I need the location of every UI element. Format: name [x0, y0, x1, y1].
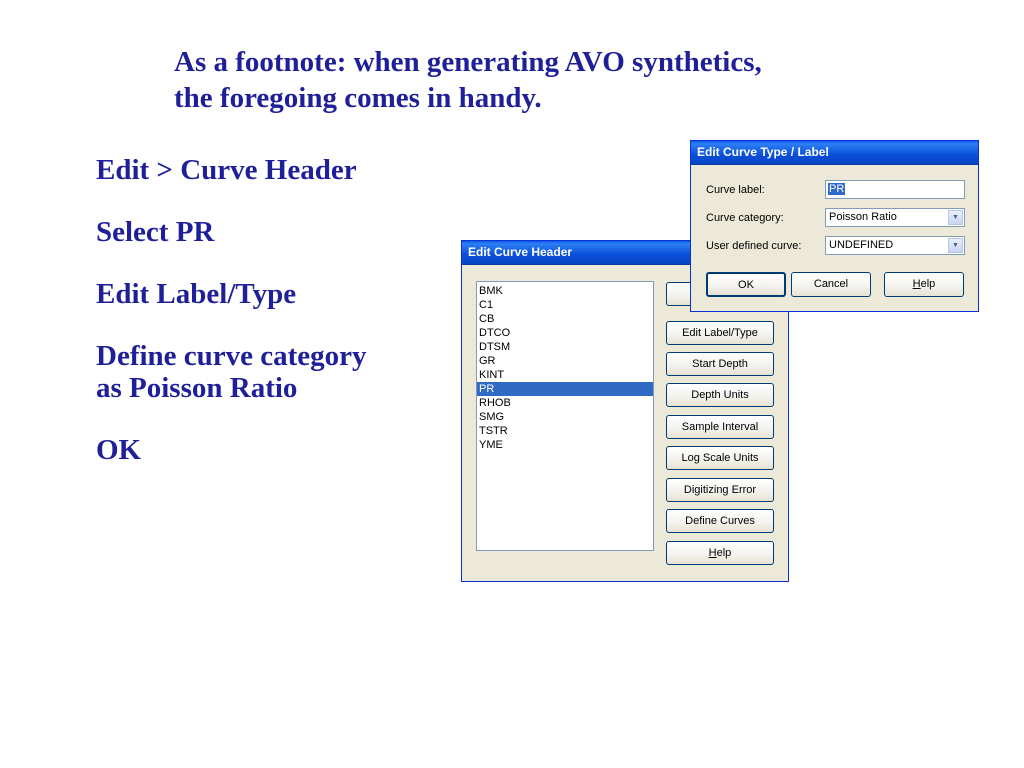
list-item[interactable]: TSTR [477, 424, 653, 438]
curve-label-value: PR [828, 183, 846, 195]
help-mnemonic: H [912, 278, 921, 290]
curve-label-caption: Curve label: [706, 184, 765, 196]
cancel-button[interactable]: Cancel [791, 272, 871, 297]
step-select-pr: Select PR [96, 216, 436, 248]
help-label: elp [920, 278, 936, 290]
list-item-selected[interactable]: PR [477, 382, 653, 396]
dialog-titlebar[interactable]: Edit Curve Type / Label [691, 141, 978, 165]
list-item[interactable]: DTSM [477, 340, 653, 354]
help-mnemonic: H [708, 547, 717, 559]
step-text: Edit Label/Type [96, 278, 297, 310]
slide-title: As a footnote: when generating AVO synth… [174, 44, 894, 116]
list-item[interactable]: KINT [477, 368, 653, 382]
edit-curve-type-label-dialog: Edit Curve Type / Label Curve label: PR … [690, 140, 979, 312]
step-edit-curve-header: Edit > Curve Header [96, 154, 436, 186]
help-label: elp [716, 547, 732, 559]
curve-category-value: Poisson Ratio [829, 211, 897, 223]
slide-title-line-2: the foregoing comes in handy. [174, 82, 542, 114]
curve-category-caption: Curve category: [706, 212, 784, 224]
list-item[interactable]: DTCO [477, 326, 653, 340]
curve-listbox[interactable]: BMK C1 CB DTCO DTSM GR KINT PR RHOB SMG … [476, 281, 654, 551]
step-text: Define curve category [96, 340, 367, 372]
user-defined-caption: User defined curve: [706, 240, 802, 252]
digitizing-error-button[interactable]: Digitizing Error [666, 478, 774, 502]
step-edit-label-type: Edit Label/Type [96, 278, 436, 310]
start-depth-button[interactable]: Start Depth [666, 352, 774, 376]
step-text: Select PR [96, 216, 215, 248]
log-scale-units-button[interactable]: Log Scale Units [666, 446, 774, 470]
user-defined-value: UNDEFINED [829, 239, 894, 251]
list-item[interactable]: CB [477, 312, 653, 326]
step-text: as Poisson Ratio [96, 372, 298, 404]
instruction-steps: Edit > Curve Header Select PR Edit Label… [96, 154, 436, 496]
ok-button[interactable]: OK [706, 272, 786, 297]
slide-title-line-1: As a footnote: when generating AVO synth… [174, 46, 762, 78]
step-define-category: Define curve category as Poisson Ratio [96, 340, 436, 404]
define-curves-button[interactable]: Define Curves [666, 509, 774, 533]
list-item[interactable]: SMG [477, 410, 653, 424]
curve-category-select[interactable]: Poisson Ratio ▼ [825, 208, 965, 227]
help-button[interactable]: Help [884, 272, 964, 297]
list-item[interactable]: C1 [477, 298, 653, 312]
list-item[interactable]: YME [477, 438, 653, 452]
step-text: OK [96, 434, 142, 466]
depth-units-button[interactable]: Depth Units [666, 383, 774, 407]
list-item[interactable]: BMK [477, 284, 653, 298]
step-text: Edit > Curve Header [96, 154, 357, 186]
list-item[interactable]: GR [477, 354, 653, 368]
list-item[interactable]: RHOB [477, 396, 653, 410]
edit-label-type-button[interactable]: Edit Label/Type [666, 321, 774, 345]
sample-interval-button[interactable]: Sample Interval [666, 415, 774, 439]
step-ok: OK [96, 434, 436, 466]
help-button[interactable]: Help [666, 541, 774, 565]
user-defined-curve-select[interactable]: UNDEFINED ▼ [825, 236, 965, 255]
curve-label-input[interactable]: PR [825, 180, 965, 199]
chevron-down-icon[interactable]: ▼ [948, 210, 963, 225]
chevron-down-icon[interactable]: ▼ [948, 238, 963, 253]
